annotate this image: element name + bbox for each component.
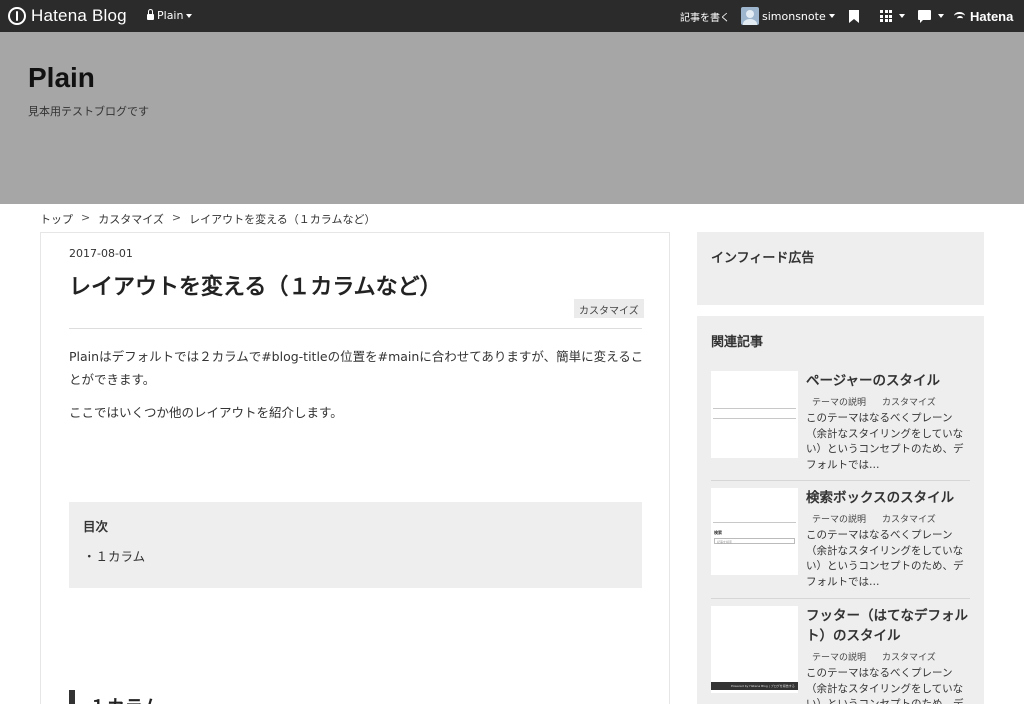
hatena-blog-logo-icon: [8, 7, 26, 25]
chevron-down-icon: [828, 14, 835, 18]
blog-switcher-label: Plain: [157, 9, 184, 22]
blog-title[interactable]: Plain: [28, 62, 95, 94]
related-entry-categories: テーマの説明 カスタマイズ: [812, 395, 936, 408]
module-title: 関連記事: [711, 335, 764, 350]
breadcrumb-separator: >: [81, 211, 91, 224]
related-entry-snippet: このテーマはなるべくプレーン（余計なスタイリングをしていない）というコンセプトの…: [806, 412, 964, 471]
blog-description: 見本用テストブログです: [28, 105, 149, 118]
avatar: [741, 7, 759, 25]
thumbnail-line: [713, 418, 796, 419]
breadcrumb-item-category[interactable]: カスタマイズ: [98, 211, 164, 227]
related-entry-category[interactable]: カスタマイズ: [882, 650, 936, 663]
entry-category-tag[interactable]: カスタマイズ: [574, 299, 644, 318]
hatena-logo-icon: [954, 12, 967, 21]
blog-switcher-dropdown[interactable]: Plain: [147, 8, 193, 22]
related-entry-title[interactable]: フッター（はてなデフォルト）のスタイル: [806, 606, 971, 646]
related-entry-categories: テーマの説明 カスタマイズ: [812, 650, 936, 663]
breadcrumb-separator: >: [171, 211, 182, 224]
toc-item[interactable]: ・１カラム: [83, 546, 145, 565]
related-entries-module: 関連記事 ページャーのスタイル テーマの説明 カスタマイズ このテーマはなるべく…: [697, 316, 984, 704]
thumbnail-footer: Powered by Hatena Blog | ブログを報告する: [711, 682, 798, 690]
thumbnail-search-placeholder: 記事を検索: [717, 540, 733, 544]
entry-paragraph: Plainはデフォルトでは２カラムで#blog-titleの位置を#mainに合…: [69, 349, 644, 387]
bookmark-icon[interactable]: [849, 10, 859, 23]
thumbnail-search-label: 検索: [714, 530, 722, 535]
username-label: simonsnote: [762, 9, 826, 23]
lock-icon: [147, 8, 154, 20]
write-article-link[interactable]: 記事を書く: [680, 9, 730, 24]
related-entry-categories: テーマの説明 カスタマイズ: [812, 512, 936, 525]
hatena-blog-logo-text: Hatena Blog: [31, 6, 127, 25]
related-entry-snippet: このテーマはなるべくプレーン（余計なスタイリングをしていない）というコンセプトの…: [806, 529, 964, 588]
hatena-link-label: Hatena: [970, 9, 1014, 24]
section-heading-bar: [69, 690, 75, 704]
entry-paragraph: ここではいくつか他のレイアウトを紹介します。: [69, 405, 343, 420]
related-entry[interactable]: 検索 記事を検索 検索ボックスのスタイル テーマの説明 カスタマイズ このテーマ…: [711, 488, 970, 598]
breadcrumb-item-top[interactable]: トップ: [40, 211, 73, 227]
notification-comment-icon[interactable]: [918, 10, 931, 23]
related-entry-category[interactable]: テーマの説明: [812, 512, 866, 525]
related-entry[interactable]: ページャーのスタイル テーマの説明 カスタマイズ このテーマはなるべくプレーン（…: [711, 371, 970, 481]
related-entry-thumbnail[interactable]: [711, 371, 798, 458]
section-heading: １カラム: [89, 693, 160, 704]
chevron-down-icon[interactable]: [938, 14, 944, 18]
global-header: Hatena Blog Plain 記事を書く simonsnote Haten…: [0, 0, 1024, 32]
related-entry-title[interactable]: ページャーのスタイル: [806, 371, 971, 391]
thumbnail-line: [713, 522, 796, 523]
breadcrumb-item-current: レイアウトを変える（１カラムなど）: [189, 213, 376, 226]
related-entry-category[interactable]: カスタマイズ: [882, 395, 936, 408]
related-divider: [711, 480, 970, 481]
related-entry-category[interactable]: テーマの説明: [812, 395, 866, 408]
thumbnail-footer-text: Powered by Hatena Blog | ブログを報告する: [731, 684, 795, 688]
related-entry-category[interactable]: テーマの説明: [812, 650, 866, 663]
toc-title: 目次: [83, 519, 109, 534]
entry-divider: [69, 328, 642, 329]
related-entry[interactable]: Powered by Hatena Blog | ブログを報告する フッター（は…: [711, 606, 970, 704]
entry-date[interactable]: 2017-08-01: [69, 247, 133, 260]
thumbnail-search-box: 記事を検索: [714, 538, 795, 544]
related-entry-snippet: このテーマはなるべくプレーン（余計なスタイリングをしていない）というコンセプトの…: [806, 667, 964, 704]
entry-article: 2017-08-01 レイアウトを変える（１カラムなど） カスタマイズ Plai…: [40, 232, 670, 704]
chevron-down-icon: [186, 13, 193, 18]
breadcrumb: トップ > カスタマイズ > レイアウトを変える（１カラムなど）: [40, 211, 375, 227]
hatena-link[interactable]: Hatena: [954, 9, 1013, 24]
hatena-blog-logo-link[interactable]: Hatena Blog: [8, 6, 127, 26]
related-entry-category[interactable]: カスタマイズ: [882, 512, 936, 525]
apps-grid-icon[interactable]: [880, 10, 892, 22]
entry-title[interactable]: レイアウトを変える（１カラムなど）: [69, 269, 442, 301]
thumbnail-line: [713, 408, 796, 409]
infeed-ad-module: インフィード広告: [697, 232, 984, 305]
chevron-down-icon[interactable]: [899, 14, 905, 18]
user-menu-dropdown[interactable]: simonsnote: [741, 7, 835, 25]
module-title: インフィード広告: [711, 251, 815, 266]
table-of-contents: 目次 ・１カラム: [69, 502, 642, 588]
related-divider: [711, 598, 970, 599]
related-entry-thumbnail[interactable]: Powered by Hatena Blog | ブログを報告する: [711, 606, 798, 693]
related-entry-thumbnail[interactable]: 検索 記事を検索: [711, 488, 798, 575]
blog-header: Plain 見本用テストブログです: [0, 32, 1024, 204]
related-entry-title[interactable]: 検索ボックスのスタイル: [806, 488, 971, 508]
